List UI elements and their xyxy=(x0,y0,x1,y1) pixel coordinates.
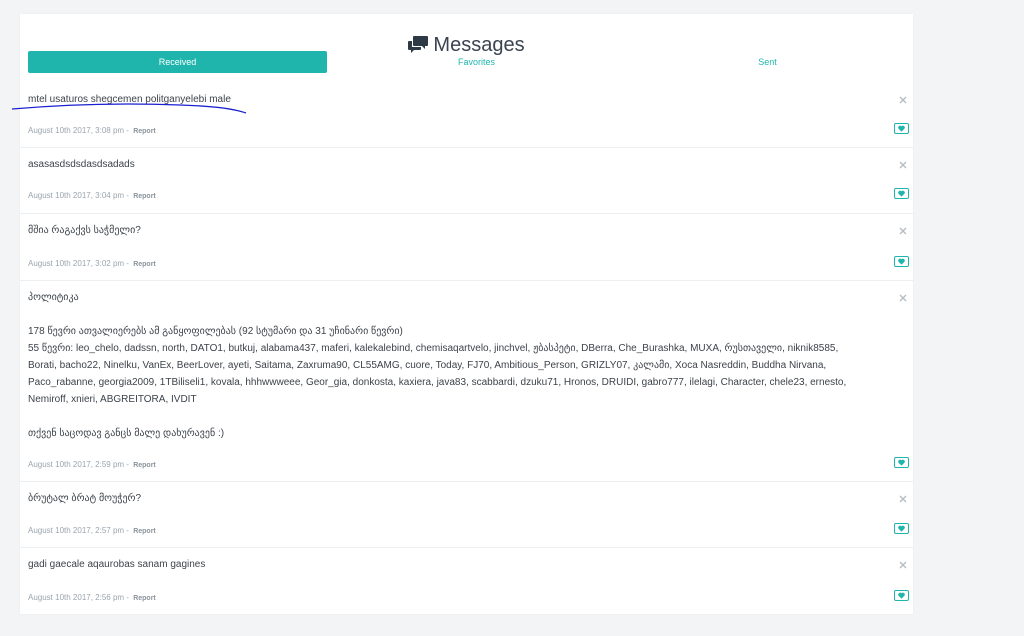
report-link[interactable]: Report xyxy=(133,462,156,469)
close-icon[interactable] xyxy=(899,490,907,503)
heart-icon xyxy=(898,459,905,466)
message-meta: August 10th 2017, 3:08 pm - Report xyxy=(28,126,156,135)
heart-icon xyxy=(898,258,905,265)
favorite-button[interactable] xyxy=(894,523,909,534)
message-date: August 10th 2017, 2:56 pm xyxy=(28,593,125,602)
message-date: August 10th 2017, 2:57 pm xyxy=(28,526,125,535)
message-meta: August 10th 2017, 2:57 pm - Report xyxy=(28,526,156,535)
heart-icon xyxy=(898,525,905,532)
favorite-button[interactable] xyxy=(894,590,909,601)
report-link[interactable]: Report xyxy=(133,261,156,268)
message-meta: August 10th 2017, 2:56 pm - Report xyxy=(28,593,156,602)
message-date: August 10th 2017, 3:04 pm xyxy=(28,191,125,200)
close-icon[interactable] xyxy=(899,156,907,169)
favorite-button[interactable] xyxy=(894,123,909,134)
message-meta: August 10th 2017, 3:04 pm - Report xyxy=(28,191,156,200)
tab-favorites[interactable]: Favorites xyxy=(327,51,626,73)
message-item: მშია რაგაქვს საჭმელი? August 10th 2017, … xyxy=(20,214,913,281)
close-icon[interactable] xyxy=(899,556,907,569)
message-item: ბრუტალ ბრატ მოუჭერ? August 10th 2017, 2:… xyxy=(20,482,913,548)
close-icon[interactable] xyxy=(899,91,907,104)
message-date: August 10th 2017, 3:02 pm xyxy=(28,259,125,268)
message-item: gadi gaecale aqaurobas sanam gagines Aug… xyxy=(20,548,913,614)
message-text: პოლიტიკა 178 წევრი ათვალიერებს ამ განყოფ… xyxy=(28,292,847,439)
message-meta: August 10th 2017, 3:02 pm - Report xyxy=(28,259,156,268)
tab-sent[interactable]: Sent xyxy=(618,51,917,73)
close-icon[interactable] xyxy=(899,289,907,302)
message-text: მშია რაგაქვს საჭმელი? xyxy=(28,225,141,236)
hand-drawn-underline xyxy=(11,103,247,114)
heart-icon xyxy=(898,125,905,132)
report-link[interactable]: Report xyxy=(133,128,156,135)
message-text: ბრუტალ ბრატ მოუჭერ? xyxy=(28,493,142,504)
message-tabs: Received Favorites Sent xyxy=(28,51,905,73)
report-link[interactable]: Report xyxy=(133,528,156,535)
tab-received[interactable]: Received xyxy=(28,51,327,73)
message-item: asasasdsdsdasdsadads August 10th 2017, 3… xyxy=(20,148,913,214)
message-text: gadi gaecale aqaurobas sanam gagines xyxy=(28,559,206,570)
report-link[interactable]: Report xyxy=(133,595,156,602)
message-text: asasasdsdsdasdsadads xyxy=(28,159,135,170)
report-link[interactable]: Report xyxy=(133,193,156,200)
message-item: პოლიტიკა 178 წევრი ათვალიერებს ამ განყოფ… xyxy=(20,281,913,482)
message-meta: August 10th 2017, 2:59 pm - Report xyxy=(28,460,156,469)
close-icon[interactable] xyxy=(899,222,907,235)
message-date: August 10th 2017, 2:59 pm xyxy=(28,460,125,469)
favorite-button[interactable] xyxy=(894,188,909,199)
heart-icon xyxy=(898,190,905,197)
heart-icon xyxy=(898,592,905,599)
favorite-button[interactable] xyxy=(894,256,909,267)
message-date: August 10th 2017, 3:08 pm xyxy=(28,126,125,135)
favorite-button[interactable] xyxy=(894,457,909,468)
